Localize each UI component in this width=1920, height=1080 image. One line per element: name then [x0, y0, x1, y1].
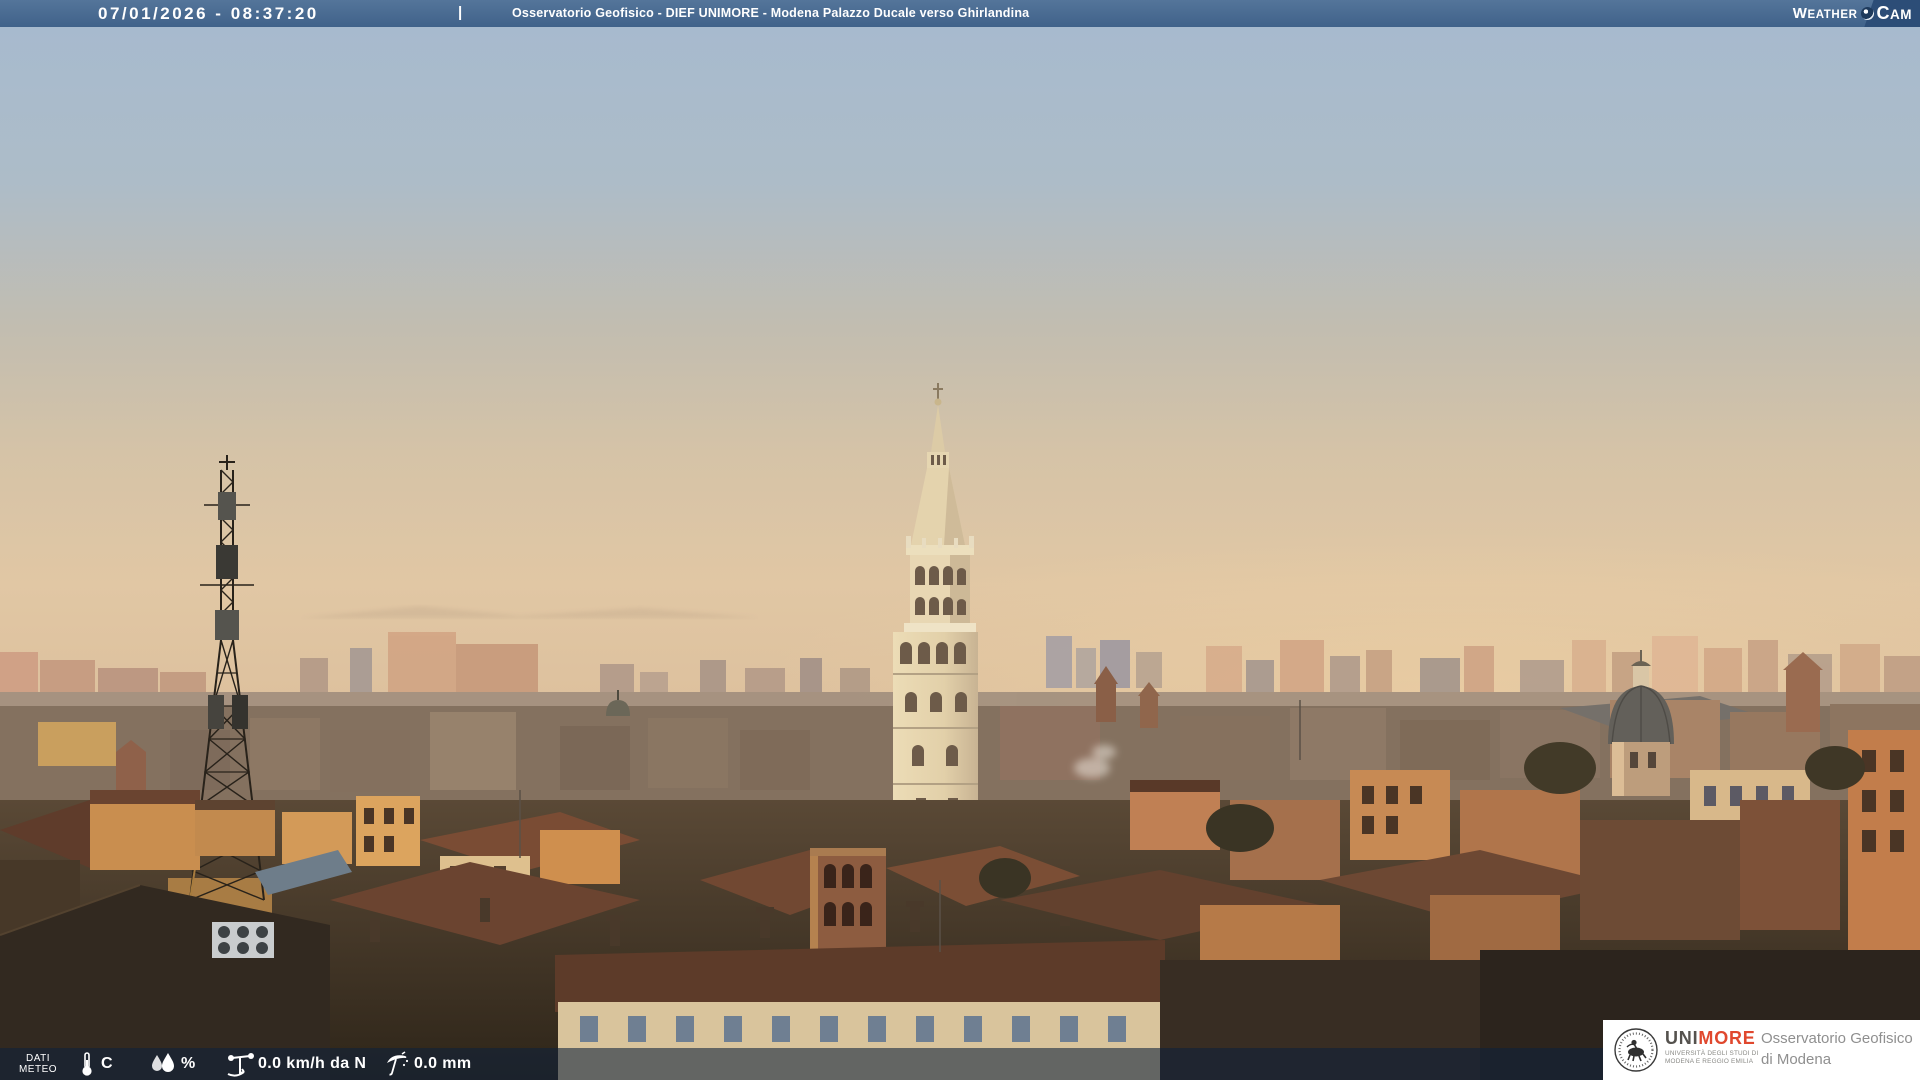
temperature-value: C [101, 1055, 113, 1072]
rain-value: 0.0 mm [414, 1055, 472, 1072]
umbrella-icon [387, 1051, 409, 1076]
rain-block [384, 1048, 410, 1080]
page-title: Osservatorio Geofisico - DIEF UNIMORE - … [512, 6, 1030, 20]
weathercam-brand: Weather Cam [1760, 0, 1920, 27]
unimore-subtitle: Università degli Studi di Modena e Reggi… [1665, 1050, 1759, 1065]
camera-lens-icon [1860, 7, 1874, 20]
brand-weather-label: Weather [1792, 5, 1858, 22]
humidity-block [148, 1048, 178, 1080]
thermometer-icon [82, 1052, 92, 1076]
dati-meteo-label: DATI METEO [18, 1053, 58, 1075]
brand-cam-label: Cam [1876, 3, 1912, 23]
anemometer-icon [227, 1053, 254, 1077]
separator: | [458, 4, 463, 21]
humidity-drops-icon [152, 1053, 174, 1072]
timestamp: 07/01/2026 - 08:37:20 [98, 4, 319, 23]
observatory-name: Osservatorio Geofisico di Modena [1761, 1030, 1913, 1068]
webcam-photo [0, 0, 1920, 1080]
webcam-page: 07/01/2026 - 08:37:20 | Osservatorio Geo… [0, 0, 1920, 1080]
wind-block [224, 1048, 256, 1080]
wind-value: 0.0 km/h da N [258, 1055, 367, 1072]
top-bar: 07/01/2026 - 08:37:20 | Osservatorio Geo… [0, 0, 1920, 27]
unimore-logo-plate: UNIMORE Università degli Studi di Modena… [1603, 1020, 1920, 1080]
temperature-block [80, 1048, 94, 1080]
unimore-seal-icon [1614, 1028, 1658, 1072]
humidity-value: % [181, 1055, 196, 1072]
unimore-wordmark: UNIMORE Università degli Studi di Modena… [1665, 1028, 1759, 1065]
